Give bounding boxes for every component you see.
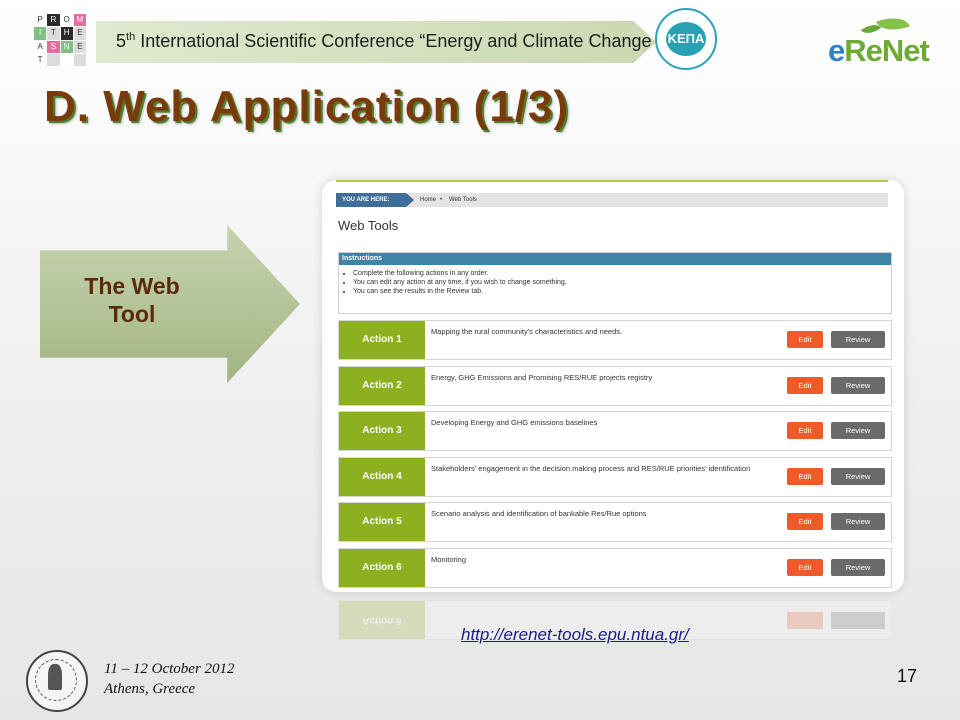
instruction-item: Complete the following actions in any or… (353, 269, 891, 278)
erenet-logo: eReNet (828, 33, 930, 68)
prom-cell: P (34, 14, 47, 27)
prom-cell: T (34, 53, 47, 66)
prom-cell: I (34, 27, 47, 40)
conference-banner: 5th International Scientific Conference … (96, 21, 656, 63)
review-button[interactable]: Review (831, 422, 885, 439)
edit-button[interactable]: Edit (787, 559, 823, 576)
prom-cell: T (47, 27, 60, 40)
breadcrumb: YOU ARE HERE: Home • Web Tools (336, 193, 888, 207)
action-description: Monitoring (431, 555, 467, 564)
prom-cell: H (60, 27, 73, 40)
action-row: Action 5 Scenario analysis and identific… (338, 502, 892, 542)
location-line: Athens, Greece (104, 681, 196, 697)
seal-figure-icon (48, 664, 62, 690)
action-label: Action 2 (339, 367, 425, 405)
prom-cell (73, 53, 86, 66)
ntua-seal-logo (26, 650, 88, 712)
prom-cell (47, 53, 60, 66)
edit-button[interactable]: Edit (787, 331, 823, 348)
prom-cell: A (34, 40, 47, 53)
date-line: 11 – 12 October 2012 (104, 661, 235, 677)
edit-button[interactable]: Edit (787, 468, 823, 485)
review-button[interactable]: Review (831, 331, 885, 348)
webtool-url-link[interactable]: http://erenet-tools.epu.ntua.gr/ (461, 625, 689, 645)
review-button[interactable]: Review (831, 377, 885, 394)
edit-button[interactable]: Edit (787, 513, 823, 530)
action-description: Mapping the rural community's characteri… (431, 327, 623, 336)
action-description: Stakeholders' engagement in the decision… (431, 464, 751, 473)
prometheas-logo: P R O M I T H E A S N E T (34, 14, 86, 66)
breadcrumb-home-link[interactable]: Home (420, 193, 436, 207)
edit-button[interactable]: Edit (787, 377, 823, 394)
reflected-action-label: Action 6 (339, 601, 425, 639)
you-are-here-label: YOU ARE HERE: (336, 193, 414, 207)
prom-cell: E (73, 27, 86, 40)
kepa-logo-text: ΚΕΠΑ (666, 22, 706, 56)
action-row: Action 2 Energy, GHG Emissions and Promi… (338, 366, 892, 406)
action-row: Action 3 Developing Energy and GHG emiss… (338, 411, 892, 451)
conference-date: 11 – 12 October 2012 Athens, Greece (104, 659, 235, 699)
prom-cell: S (47, 40, 60, 53)
webtool-screenshot: YOU ARE HERE: Home • Web Tools Web Tools… (322, 180, 904, 592)
prom-cell: M (73, 14, 86, 27)
page-number: 17 (897, 666, 918, 686)
action-row: Action 4 Stakeholders' engagement in the… (338, 457, 892, 497)
reflected-edit-button (787, 612, 823, 629)
conference-title: 5th International Scientific Conference … (116, 31, 658, 51)
review-button[interactable]: Review (831, 513, 885, 530)
prom-cell: N (60, 40, 73, 53)
action-description: Energy, GHG Emissions and Promising RES/… (431, 373, 653, 382)
action-label: Action 6 (339, 549, 425, 587)
review-button[interactable]: Review (831, 468, 885, 485)
slide-title: D. Web Application (1/3) (44, 82, 570, 131)
instructions-header: Instructions (339, 253, 891, 265)
action-row: Action 6 Monitoring Edit Review (338, 548, 892, 588)
top-divider (336, 180, 888, 182)
prom-cell: R (47, 14, 60, 27)
instructions-list: Complete the following actions in any or… (353, 269, 891, 296)
action-row: Action 1 Mapping the rural community's c… (338, 320, 892, 360)
breadcrumb-separator: • (440, 197, 443, 203)
review-button[interactable]: Review (831, 559, 885, 576)
instructions-box: Instructions Complete the following acti… (338, 252, 892, 314)
action-label: Action 5 (339, 503, 425, 541)
prom-cell: E (73, 40, 86, 53)
action-label: Action 1 (339, 321, 425, 359)
breadcrumb-current: Web Tools (449, 197, 477, 203)
prom-cell: O (60, 14, 73, 27)
instruction-item: You can edit any action at any time, if … (353, 278, 891, 287)
action-description: Developing Energy and GHG emissions base… (431, 418, 598, 427)
instruction-item: You can see the results in the Review ta… (353, 287, 891, 296)
action-description: Scenario analysis and identification of … (431, 509, 647, 518)
kepa-logo: ΚΕΠΑ (655, 8, 717, 70)
reflected-review-button (831, 612, 885, 629)
edit-button[interactable]: Edit (787, 422, 823, 439)
prom-cell (60, 53, 73, 66)
action-label: Action 4 (339, 458, 425, 496)
action-label: Action 3 (339, 412, 425, 450)
arrow-label: The Web Tool (84, 273, 180, 327)
page-title: Web Tools (338, 218, 399, 233)
